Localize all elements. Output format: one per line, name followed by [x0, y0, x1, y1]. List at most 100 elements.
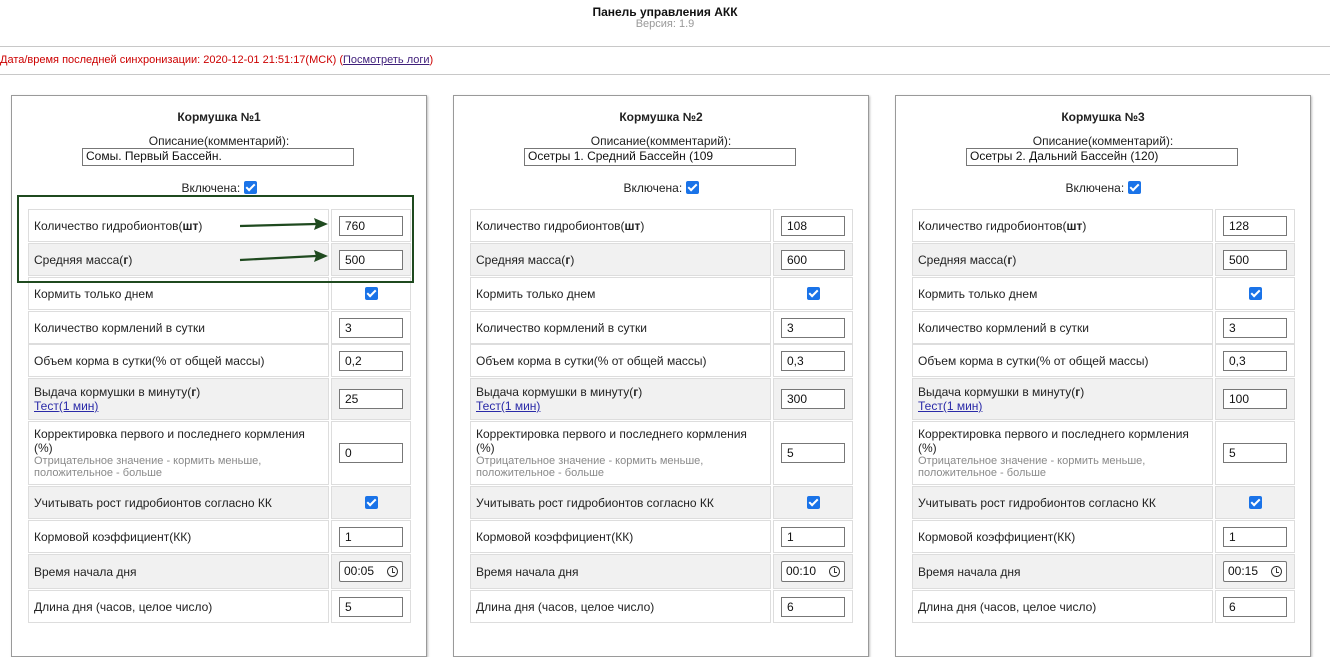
setting-value-cell: 3 — [1215, 311, 1295, 344]
correction-input[interactable]: 5 — [1223, 443, 1287, 463]
setting-label-cell: Количество кормлений в сутки — [912, 311, 1213, 344]
output-input[interactable]: 100 — [1223, 389, 1287, 409]
setting-label-cell: Кормовой коэффициент(КК) — [28, 520, 329, 553]
label-coef: Кормовой коэффициент(КК) — [34, 529, 192, 544]
label-volume: Объем корма в сутки(% от общей массы) — [918, 353, 1149, 368]
enabled-checkbox[interactable] — [243, 181, 257, 194]
feeder-card-1: Кормушка №1 Описание(комментарий): Сомы. П… — [11, 95, 427, 657]
day-only-checkbox[interactable] — [806, 287, 820, 300]
volume-input[interactable]: 0,2 — [339, 350, 403, 371]
test-link[interactable]: Тест(1 мин) — [476, 399, 765, 413]
setting-row-day-start: Время начала дня 00:15 — [912, 554, 1295, 589]
enabled-row: Включена: — [12, 181, 426, 195]
enabled-checkbox[interactable] — [685, 181, 699, 194]
label-coef: Кормовой коэффициент(КК) — [476, 529, 634, 544]
coef-input[interactable]: 1 — [339, 526, 403, 547]
label-correction: Корректировка первого и последнего кормл… — [476, 427, 747, 455]
label-count: Количество гидробионтов(шт) — [476, 218, 645, 233]
view-logs-link[interactable]: Посмотреть логи — [343, 54, 430, 66]
mass-input[interactable]: 600 — [781, 249, 845, 270]
feeder-card-3: Кормушка №3 Описание(комментарий): Осетры … — [895, 95, 1311, 657]
day-only-checkbox[interactable] — [364, 287, 378, 300]
setting-value-cell: 1 — [331, 520, 411, 553]
correction-input[interactable]: 0 — [339, 443, 403, 463]
feedings-input[interactable]: 3 — [1223, 317, 1287, 338]
growth-checkbox[interactable] — [1248, 496, 1262, 509]
setting-row-feedings: Количество кормлений в сутки 3 — [28, 311, 411, 344]
label-output: Выдача кормушки в минуту(г) — [918, 385, 1085, 399]
description-input[interactable]: Сомы. Первый Бассейн. — [82, 148, 354, 166]
annotation-arrows — [239, 218, 328, 262]
description-input[interactable]: Осетры 1. Средний Бассейн (109 — [524, 148, 796, 166]
setting-row-correction: Корректировка первого и последнего кормл… — [470, 421, 853, 485]
setting-label-cell: Корректировка первого и последнего кормл… — [912, 421, 1213, 485]
feeder-title: Кормушка №1 — [177, 110, 261, 124]
clock-icon[interactable] — [1271, 566, 1282, 577]
label-volume: Объем корма в сутки(% от общей массы) — [34, 353, 265, 368]
test-link[interactable]: Тест(1 мин) — [918, 399, 1207, 413]
setting-row-volume: Объем корма в сутки(% от общей массы) 0,3 — [912, 344, 1295, 377]
setting-label-cell: Количество кормлений в сутки — [470, 311, 771, 344]
growth-checkbox[interactable] — [806, 496, 820, 509]
count-input[interactable]: 128 — [1223, 215, 1287, 236]
clock-icon[interactable] — [829, 566, 840, 577]
count-input[interactable]: 108 — [781, 215, 845, 236]
growth-checkbox[interactable] — [364, 496, 378, 509]
day-length-input[interactable]: 6 — [781, 596, 845, 617]
day-start-value: 00:15 — [1228, 564, 1259, 578]
coef-input[interactable]: 1 — [781, 526, 845, 547]
clock-icon[interactable] — [387, 566, 398, 577]
setting-label-cell: Средняя масса(г) — [470, 243, 771, 276]
enabled-checkbox[interactable] — [1127, 181, 1141, 194]
correction-input[interactable]: 5 — [781, 443, 845, 463]
label-growth: Учитывать рост гидробионтов согласно КК — [918, 495, 1156, 510]
setting-value-cell: 600 — [773, 243, 853, 276]
setting-label-cell: Учитывать рост гидробионтов согласно КК — [470, 486, 771, 519]
setting-row-output: Выдача кормушки в минуту(г) Тест(1 мин) 25 — [28, 378, 411, 420]
day-start-time-input[interactable]: 00:10 — [781, 561, 845, 582]
correction-note: Отрицательное значение - кормить меньше,… — [918, 455, 1146, 479]
day-start-time-input[interactable]: 00:15 — [1223, 561, 1287, 582]
day-length-input[interactable]: 5 — [339, 596, 403, 617]
feeder-card-2: Кормушка №2 Описание(комментарий): Осетры … — [453, 95, 869, 657]
setting-label-cell: Длина дня (часов, целое число) — [912, 590, 1213, 623]
setting-value-cell — [1215, 486, 1295, 519]
setting-label-cell: Длина дня (часов, целое число) — [28, 590, 329, 623]
coef-input[interactable]: 1 — [1223, 526, 1287, 547]
setting-row-day-start: Время начала дня 00:10 — [470, 554, 853, 589]
setting-row-output: Выдача кормушки в минуту(г) Тест(1 мин) 30… — [470, 378, 853, 420]
setting-label-cell: Кормовой коэффициент(КК) — [912, 520, 1213, 553]
label-day-start: Время начала дня — [476, 564, 579, 579]
volume-input[interactable]: 0,3 — [781, 350, 845, 371]
volume-input[interactable]: 0,3 — [1223, 350, 1287, 371]
setting-label-cell: Корректировка первого и последнего кормл… — [28, 421, 329, 485]
label-day-only: Кормить только днем — [918, 286, 1038, 301]
setting-value-cell: 00:05 — [331, 554, 411, 589]
divider-top — [0, 46, 1330, 47]
setting-label-cell: Объем корма в сутки(% от общей массы) — [912, 344, 1213, 377]
day-length-input[interactable]: 6 — [1223, 596, 1287, 617]
label-output: Выдача кормушки в минуту(г) — [34, 385, 201, 399]
feedings-input[interactable]: 3 — [339, 317, 403, 338]
correction-note: Отрицательное значение - кормить меньше,… — [34, 455, 262, 479]
setting-value-cell: 3 — [331, 311, 411, 344]
mass-input[interactable]: 500 — [1223, 249, 1287, 270]
test-link[interactable]: Тест(1 мин) — [34, 399, 323, 413]
label-count: Количество гидробионтов(шт) — [918, 218, 1087, 233]
setting-row-feedings: Количество кормлений в сутки 3 — [912, 311, 1295, 344]
label-growth: Учитывать рост гидробионтов согласно КК — [34, 495, 272, 510]
day-only-checkbox[interactable] — [1248, 287, 1262, 300]
output-input[interactable]: 300 — [781, 389, 845, 409]
day-start-time-input[interactable]: 00:05 — [339, 561, 403, 582]
output-input[interactable]: 25 — [339, 389, 403, 409]
setting-value-cell — [773, 277, 853, 310]
setting-row-growth: Учитывать рост гидробионтов согласно КК — [470, 486, 853, 519]
feedings-input[interactable]: 3 — [781, 317, 845, 338]
setting-value-cell — [1215, 277, 1295, 310]
description-input[interactable]: Осетры 2. Дальний Бассейн (120) — [966, 148, 1238, 166]
annotation-highlight-box — [17, 195, 414, 283]
setting-value-cell: 0 — [331, 421, 411, 485]
setting-value-cell: 0,3 — [773, 344, 853, 377]
day-start-value: 00:05 — [344, 564, 375, 578]
setting-row-day-start: Время начала дня 00:05 — [28, 554, 411, 589]
